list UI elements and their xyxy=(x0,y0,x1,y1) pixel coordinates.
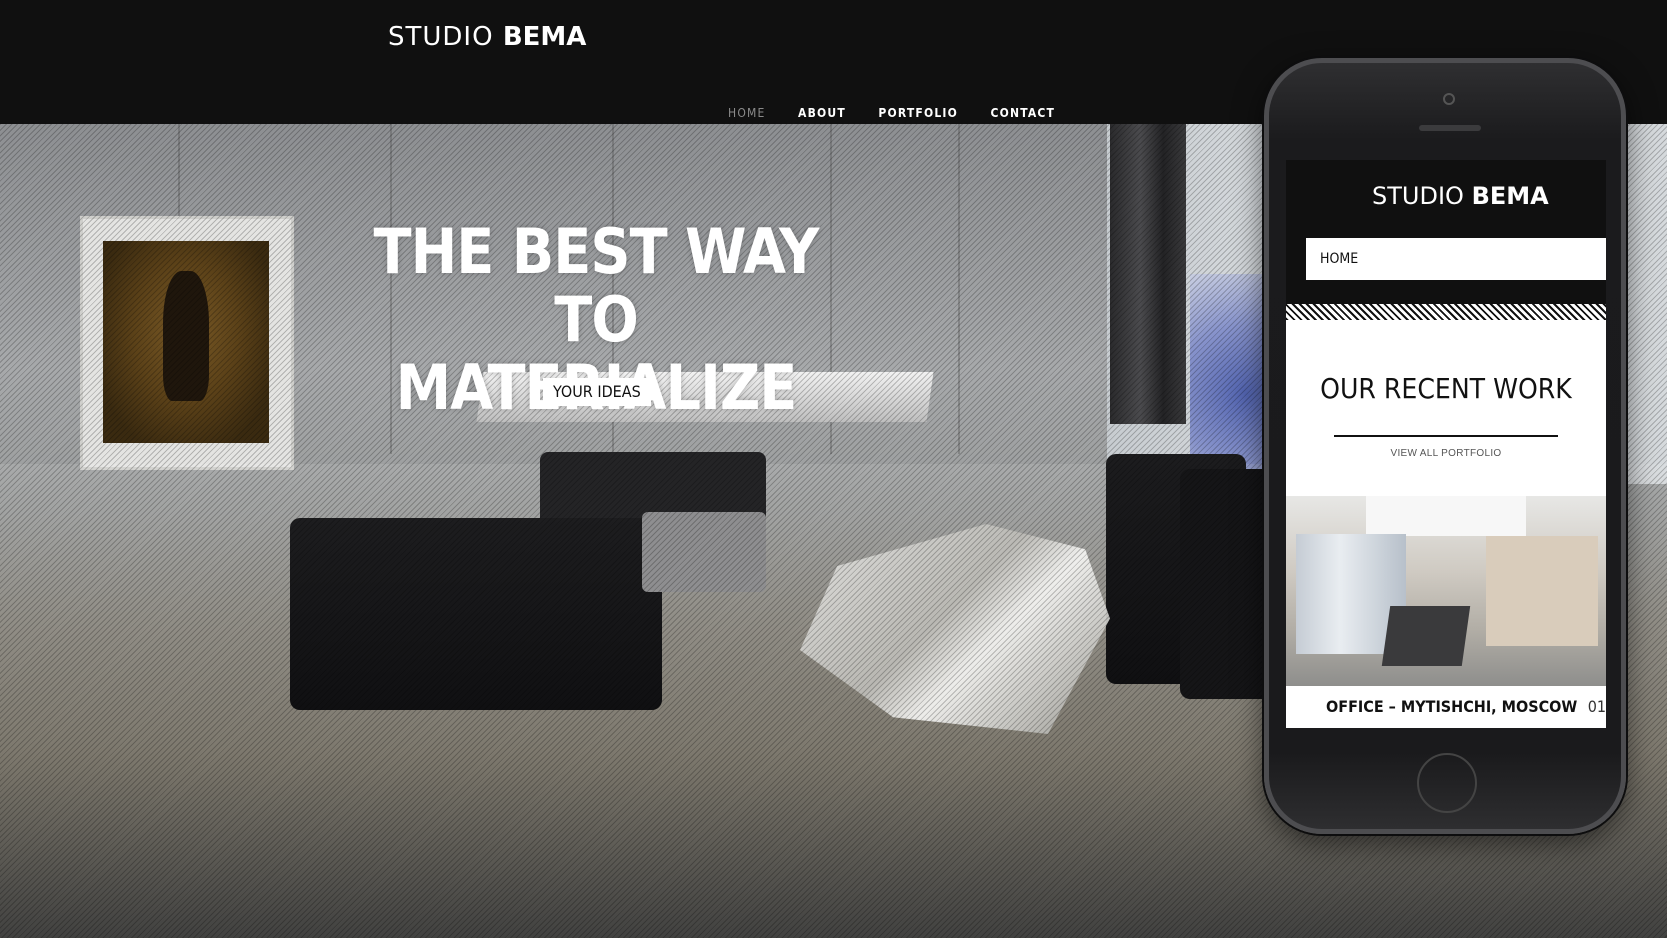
logo-word-bema: BEMA xyxy=(502,22,587,52)
mobile-logo-word-studio: STUDIO xyxy=(1372,182,1464,210)
project-image-ceiling xyxy=(1366,496,1526,536)
mobile-header: STUDIO BEMA HOME xyxy=(1286,160,1606,304)
phone-speaker-icon xyxy=(1419,125,1481,131)
nav-contact[interactable]: CONTACT xyxy=(990,106,1055,120)
mobile-logo-word-bema: BEMA xyxy=(1471,182,1549,210)
mobile-menu-select[interactable]: HOME xyxy=(1306,238,1606,280)
mobile-section-title: OUR RECENT WORK xyxy=(1320,372,1572,405)
project-image-desk xyxy=(1381,606,1471,666)
phone-home-button-icon xyxy=(1417,753,1477,813)
project-image-cabinets xyxy=(1486,536,1598,646)
phone-mockup: STUDIO BEMA HOME OUR RECENT WORK VIEW AL… xyxy=(1264,58,1626,834)
mobile-view-all-link[interactable]: VIEW ALL PORTFOLIO xyxy=(1286,448,1606,459)
nav-about[interactable]: ABOUT xyxy=(798,106,846,120)
logo-word-studio: STUDIO xyxy=(388,22,494,52)
mobile-section-rule xyxy=(1334,435,1558,437)
mobile-project-number: 01 xyxy=(1587,697,1606,716)
hero-badge: YOUR IDEAS xyxy=(543,378,651,406)
phone-camera-icon xyxy=(1443,93,1455,105)
mobile-logo[interactable]: STUDIO BEMA xyxy=(1372,182,1549,210)
mobile-project-caption[interactable]: OFFICE – MYTISHCHI, MOSCOW 01 xyxy=(1286,686,1606,728)
nav-portfolio[interactable]: PORTFOLIO xyxy=(878,106,958,120)
mobile-stripe-divider xyxy=(1286,304,1606,320)
mobile-project-image[interactable] xyxy=(1286,496,1606,686)
hero-headline-line1: THE BEST WAY xyxy=(373,215,820,288)
site-logo[interactable]: STUDIO BEMA xyxy=(388,22,586,52)
nav-home[interactable]: HOME xyxy=(728,106,766,120)
phone-screen: STUDIO BEMA HOME OUR RECENT WORK VIEW AL… xyxy=(1286,160,1606,728)
mobile-project-title: OFFICE – MYTISHCHI, MOSCOW xyxy=(1326,697,1578,716)
